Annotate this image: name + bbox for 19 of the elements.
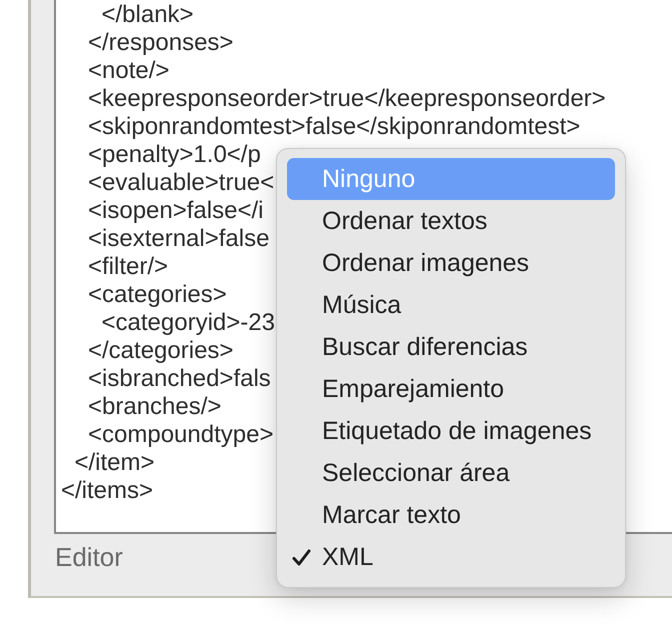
xml-line: </categories> — [88, 337, 234, 365]
xml-line: <isexternal>false — [88, 225, 270, 253]
xml-line: </items> — [61, 477, 154, 505]
xml-line: <categoryid>-23 — [102, 309, 275, 337]
xml-line: <branches/> — [88, 393, 222, 421]
xml-line: <evaluable>true< — [88, 169, 274, 197]
xml-line: </responses> — [88, 29, 234, 57]
xml-line: <categories> — [88, 281, 227, 309]
xml-line: <compoundtype> — [88, 421, 274, 449]
xml-line: <keepresponseorder>true</keepresponseorder> — [88, 85, 606, 113]
xml-line: </item> — [74, 449, 155, 477]
xml-line: </blank> — [102, 1, 194, 29]
xml-line: <skiponrandomtest>false</skiponrandomtest> — [88, 113, 580, 141]
xml-line: <filter/> — [88, 253, 168, 281]
editor-label: Editor — [55, 542, 123, 572]
xml-line: <isbranched>fals — [88, 365, 271, 393]
xml-line: <penalty>1.0</p — [88, 141, 261, 169]
xml-line: <note/> — [88, 57, 170, 85]
xml-line: <isopen>false</i — [88, 197, 264, 225]
